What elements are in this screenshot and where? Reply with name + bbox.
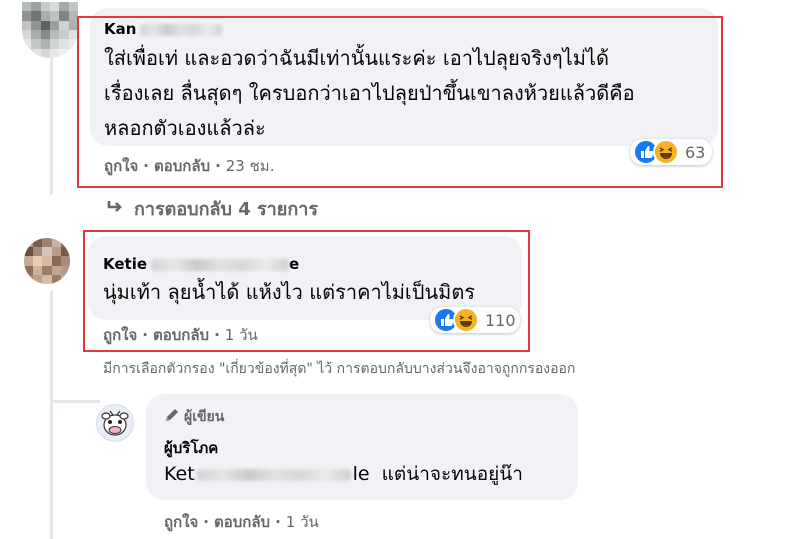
comment-thread: Kan ใส่เพื่อเท่ และอวดว่าฉันมีเท่านั้นแร… xyxy=(0,0,787,539)
thread-line-1 xyxy=(50,40,53,195)
timestamp[interactable]: 1 วัน xyxy=(286,513,319,531)
highlight-box xyxy=(83,230,530,352)
redacted-name xyxy=(196,468,351,481)
thread-line-branch xyxy=(50,400,100,403)
author-badge: ผู้เขียน xyxy=(164,406,224,428)
highlight-box xyxy=(77,16,723,188)
reply-author[interactable]: ผู้บริโภค xyxy=(164,436,218,460)
thread-line-2 xyxy=(50,290,53,539)
reply-arrow-icon xyxy=(106,199,124,220)
reply-text: Ket le แต่น่าจะทนอยู่น๊า xyxy=(164,460,523,489)
like-button[interactable]: ถูกใจ xyxy=(164,513,198,531)
pencil-icon xyxy=(164,407,180,427)
view-replies-link[interactable]: การตอบกลับ 4 รายการ xyxy=(106,194,318,223)
avatar[interactable] xyxy=(96,404,134,442)
reply-button[interactable]: ตอบกลับ xyxy=(214,513,270,531)
mention-tag[interactable]: Ket le xyxy=(164,460,370,489)
filter-note: มีการเลือกตัวกรอง "เกี่ยวข้องที่สุด" ไว้… xyxy=(103,361,576,377)
avatar[interactable] xyxy=(24,238,70,284)
avatar[interactable] xyxy=(22,2,78,58)
reply-actions: ถูกใจ · ตอบกลับ · 1 วัน xyxy=(164,513,319,531)
